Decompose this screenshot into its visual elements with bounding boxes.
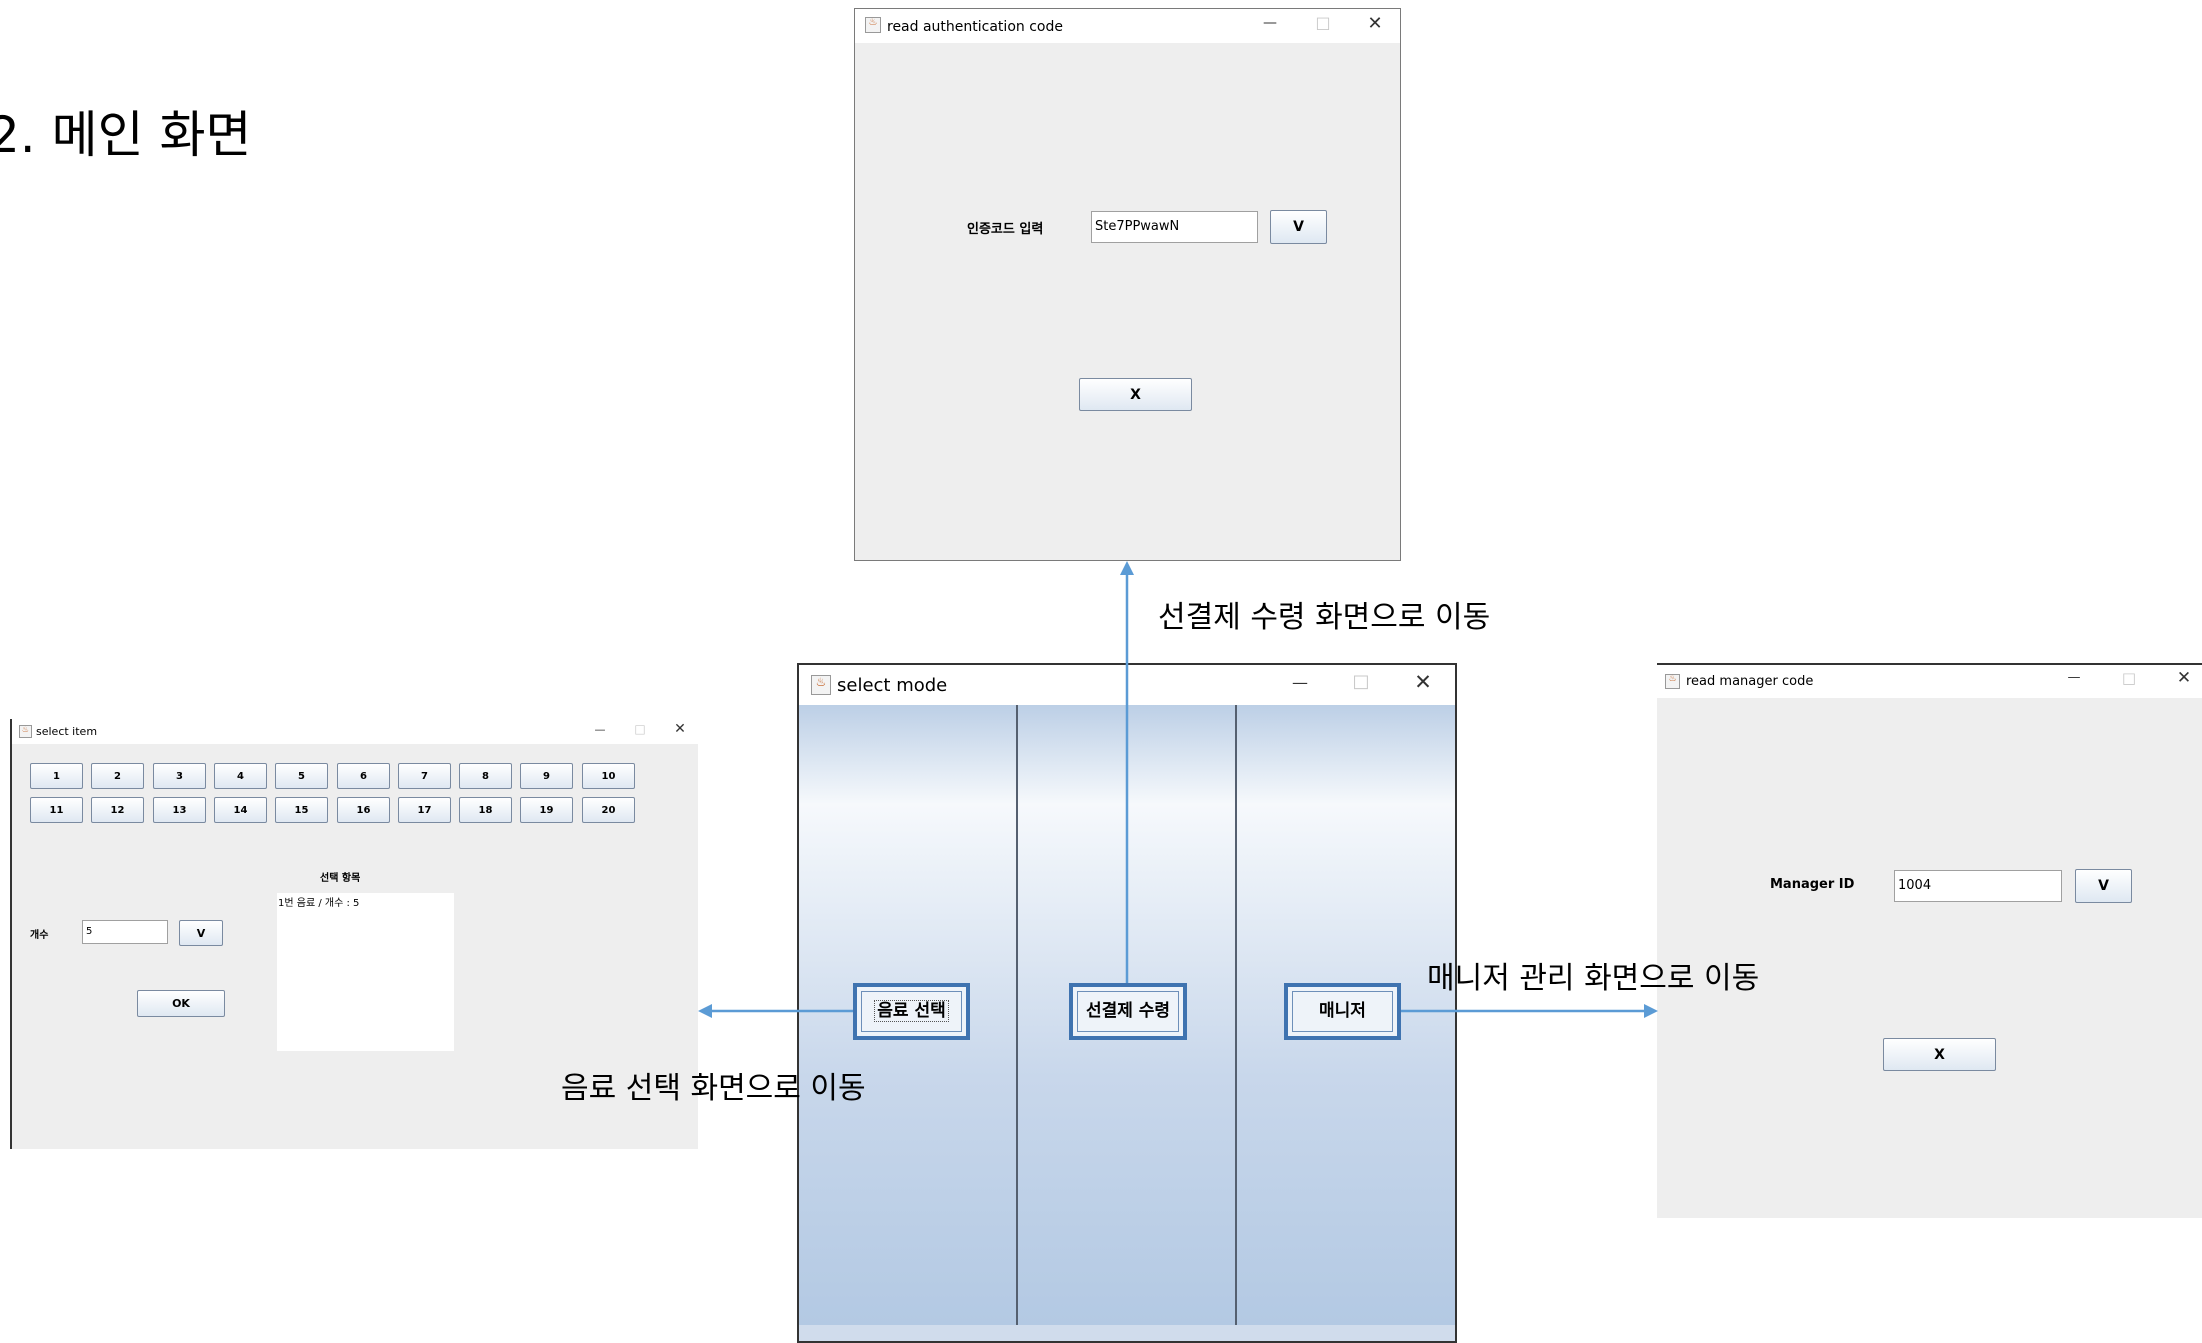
item-buttons-row-2: 11 12 13 14 15 16 17 18 19 20 bbox=[30, 797, 670, 823]
item-button-19[interactable]: 19 bbox=[520, 797, 573, 823]
java-app-icon: ♨ bbox=[811, 675, 831, 695]
ok-button[interactable]: OK bbox=[137, 990, 225, 1017]
caption-to-drink: 음료 선택 화면으로 이동 bbox=[561, 1071, 866, 1106]
manager-label: 매니저 bbox=[1319, 1001, 1366, 1021]
auth-titlebar: ♨ read authentication code — □ ✕ bbox=[855, 9, 1400, 43]
close-icon[interactable]: ✕ bbox=[670, 721, 690, 737]
caption-to-prepay: 선결제 수령 화면으로 이동 bbox=[1158, 600, 1491, 635]
auth-code-input[interactable]: Ste7PPwawN bbox=[1091, 211, 1258, 243]
minimize-icon[interactable]: — bbox=[1283, 673, 1317, 692]
manager-close-button[interactable]: X bbox=[1883, 1038, 1996, 1071]
item-button-20[interactable]: 20 bbox=[582, 797, 635, 823]
item-button-5[interactable]: 5 bbox=[275, 763, 328, 789]
selected-items-title: 선택 항목 bbox=[320, 873, 361, 884]
java-app-icon: ♨ bbox=[1665, 674, 1680, 689]
prepay-receive-button[interactable]: 선결제 수령 bbox=[1069, 983, 1187, 1040]
item-button-3[interactable]: 3 bbox=[153, 763, 206, 789]
count-label: 개수 bbox=[30, 930, 49, 941]
minimize-icon[interactable]: — bbox=[2061, 670, 2087, 685]
manager-id-label: Manager ID bbox=[1770, 877, 1855, 892]
selected-items-list[interactable]: 1번 음료 / 개수 : 5 bbox=[277, 893, 454, 1051]
minimize-icon[interactable]: — bbox=[590, 723, 610, 736]
item-button-12[interactable]: 12 bbox=[91, 797, 144, 823]
page-heading: 2. 메인 화면 bbox=[0, 106, 252, 164]
auth-close-button[interactable]: X bbox=[1079, 378, 1192, 411]
count-input[interactable]: 5 bbox=[82, 920, 168, 944]
selected-item-entry: 1번 음료 / 개수 : 5 bbox=[278, 898, 360, 909]
item-button-8[interactable]: 8 bbox=[459, 763, 512, 789]
auth-window-title: read authentication code bbox=[887, 19, 1063, 35]
item-titlebar: ♨ select item — □ ✕ bbox=[12, 719, 698, 744]
java-app-icon: ♨ bbox=[19, 725, 32, 738]
maximize-icon[interactable]: □ bbox=[1344, 671, 1378, 692]
manager-window-title: read manager code bbox=[1686, 674, 1814, 689]
caption-to-manager: 매니저 관리 화면으로 이동 bbox=[1427, 961, 1760, 996]
item-button-2[interactable]: 2 bbox=[91, 763, 144, 789]
item-button-7[interactable]: 7 bbox=[398, 763, 451, 789]
maximize-icon[interactable]: □ bbox=[1308, 13, 1338, 32]
mode-window-title: select mode bbox=[837, 675, 948, 696]
item-button-17[interactable]: 17 bbox=[398, 797, 451, 823]
item-button-14[interactable]: 14 bbox=[214, 797, 267, 823]
close-icon[interactable]: ✕ bbox=[1360, 13, 1390, 34]
item-button-15[interactable]: 15 bbox=[275, 797, 328, 823]
mode-titlebar: ♨ select mode — □ ✕ bbox=[799, 665, 1455, 705]
manager-window: ♨ read manager code — □ ✕ Manager ID 100… bbox=[1657, 663, 2202, 1218]
auth-window: ♨ read authentication code — □ ✕ 인증코드 입력… bbox=[854, 8, 1401, 561]
drink-select-label: 음료 선택 bbox=[874, 1000, 949, 1022]
item-button-9[interactable]: 9 bbox=[520, 763, 573, 789]
item-window-title: select item bbox=[36, 725, 98, 738]
maximize-icon[interactable]: □ bbox=[630, 722, 650, 736]
manager-confirm-button[interactable]: V bbox=[2075, 869, 2132, 903]
java-app-icon: ♨ bbox=[865, 17, 881, 33]
item-button-4[interactable]: 4 bbox=[214, 763, 267, 789]
close-icon[interactable]: ✕ bbox=[1406, 670, 1440, 694]
item-button-18[interactable]: 18 bbox=[459, 797, 512, 823]
manager-button[interactable]: 매니저 bbox=[1284, 983, 1401, 1040]
minimize-icon[interactable]: — bbox=[1255, 15, 1285, 31]
item-button-10[interactable]: 10 bbox=[582, 763, 635, 789]
item-button-16[interactable]: 16 bbox=[337, 797, 390, 823]
manager-titlebar: ♨ read manager code — □ ✕ bbox=[1657, 665, 2202, 698]
item-buttons-row-1: 1 2 3 4 5 6 7 8 9 10 bbox=[30, 763, 670, 789]
drink-select-button[interactable]: 음료 선택 bbox=[853, 983, 970, 1040]
close-icon[interactable]: ✕ bbox=[2171, 668, 2197, 688]
count-confirm-button[interactable]: V bbox=[179, 920, 223, 946]
item-button-6[interactable]: 6 bbox=[337, 763, 390, 789]
manager-id-input[interactable]: 1004 bbox=[1894, 870, 2062, 902]
item-button-1[interactable]: 1 bbox=[30, 763, 83, 789]
auth-confirm-button[interactable]: V bbox=[1270, 210, 1327, 244]
prepay-receive-label: 선결제 수령 bbox=[1085, 1001, 1171, 1021]
maximize-icon[interactable]: □ bbox=[2116, 669, 2142, 687]
auth-code-label: 인증코드 입력 bbox=[967, 222, 1044, 237]
item-button-13[interactable]: 13 bbox=[153, 797, 206, 823]
item-button-11[interactable]: 11 bbox=[30, 797, 83, 823]
